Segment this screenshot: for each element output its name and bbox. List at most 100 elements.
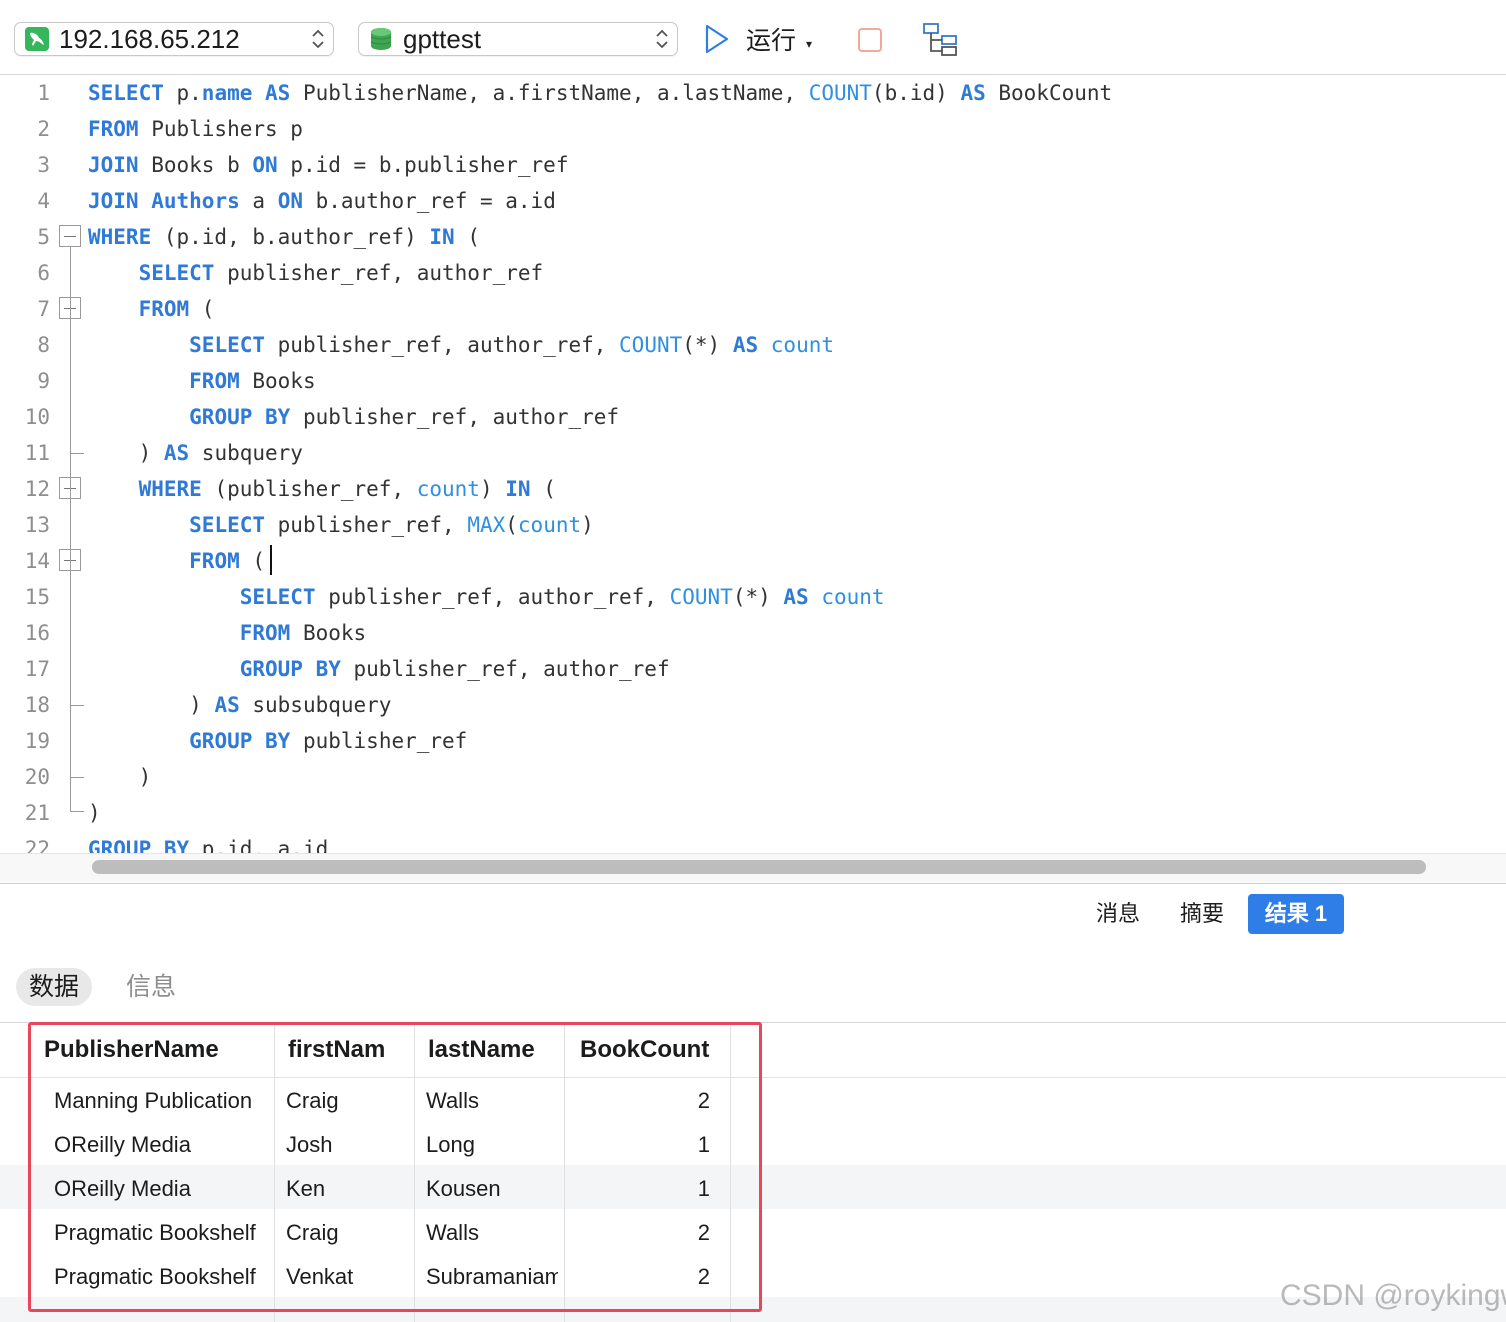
sql-keyword: name <box>201 81 253 105</box>
connection-select[interactable]: 192.168.65.212 <box>14 22 334 56</box>
code-line[interactable]: GROUP BY publisher_ref, author_ref <box>88 651 670 687</box>
line-number: 2 <box>37 117 50 141</box>
result-tab-bar: 消息 摘要 结果 1 <box>0 883 1506 953</box>
code-token: BookCount <box>985 81 1113 105</box>
code-line[interactable]: GROUP BY publisher_ref, author_ref <box>88 399 619 435</box>
line-number: 9 <box>37 369 50 393</box>
code-line[interactable]: FROM Books <box>88 615 366 651</box>
code-line[interactable]: SELECT publisher_ref, author_ref, COUNT(… <box>88 579 885 615</box>
explain-plan-icon[interactable] <box>922 22 960 58</box>
grid-header: PublisherName firstNam lastName BookCoun… <box>0 1023 1506 1078</box>
cell-first-name: Ken <box>286 1176 326 1201</box>
line-number: 21 <box>24 801 50 825</box>
table-row[interactable]: OReilly Media Josh Long 1 <box>0 1123 1506 1167</box>
fold-guide-line <box>70 247 71 811</box>
line-number: 5 <box>37 225 50 249</box>
sql-function: COUNT <box>669 585 733 609</box>
code-line[interactable]: ) AS subsubquery <box>88 687 391 723</box>
line-number: 19 <box>24 729 50 753</box>
cell-book-count: 1 <box>697 1176 710 1201</box>
column-divider[interactable] <box>414 1023 415 1322</box>
code-line[interactable]: ) <box>88 795 101 831</box>
query-toolbar: 192.168.65.212 gpttest 运行 ▾ <box>0 0 1506 75</box>
line-number: 18 <box>24 693 50 717</box>
column-header[interactable]: lastName <box>428 1023 558 1077</box>
run-label: 运行 <box>746 27 797 55</box>
line-number: 14 <box>24 549 50 573</box>
code-line[interactable]: WHERE (p.id, b.author_ref) IN ( <box>88 219 480 255</box>
sql-keyword: AS <box>163 441 190 465</box>
line-number: 10 <box>24 405 50 429</box>
code-line[interactable]: SELECT publisher_ref, author_ref, COUNT(… <box>88 327 834 363</box>
code-token: (*) <box>682 333 733 357</box>
code-token: b.author_ref = a.id <box>302 189 556 213</box>
sql-keyword: ON <box>277 189 303 213</box>
line-number: 6 <box>37 261 50 285</box>
table-row[interactable]: Pragmatic Bookshelf Craig Walls 2 <box>0 1211 1506 1255</box>
tab-data[interactable]: 数据 <box>16 968 92 1006</box>
code-line[interactable]: ) <box>88 759 152 795</box>
table-row[interactable]: Manning Publication Craig Walls 2 <box>0 1079 1506 1123</box>
code-line[interactable]: SELECT p.name AS PublisherName, a.firstN… <box>88 75 1112 111</box>
sql-keyword: AS <box>960 81 986 105</box>
column-divider[interactable] <box>730 1023 731 1322</box>
code-token: ) <box>88 801 101 825</box>
sql-keyword: IN <box>505 477 531 501</box>
table-row[interactable]: OReilly Media Ken Kousen 1 <box>0 1167 1506 1211</box>
cell-last-name: Walls <box>426 1088 479 1113</box>
code-line[interactable]: GROUP BY publisher_ref <box>88 723 467 759</box>
tab-result-1[interactable]: 结果 1 <box>1248 894 1344 934</box>
column-divider[interactable] <box>274 1023 275 1322</box>
code-line[interactable]: FROM Publishers p <box>88 111 303 147</box>
cell-last-name: Walls <box>426 1220 479 1245</box>
sql-keyword: FROM <box>88 117 139 141</box>
cell-publisher-name: Pragmatic Bookshelf <box>54 1264 256 1289</box>
mysql-connection-icon <box>25 27 49 51</box>
sql-editor[interactable]: 1234567891011121314151617181920212223 SE… <box>0 75 1506 882</box>
code-line[interactable]: FROM Books <box>88 363 315 399</box>
fold-toggle-icon[interactable] <box>59 225 81 247</box>
code-token: publisher_ref, author_ref <box>290 405 620 429</box>
tab-summary[interactable]: 摘要 <box>1174 894 1230 934</box>
code-line[interactable]: WHERE (publisher_ref, count) IN ( <box>88 471 556 507</box>
sql-keyword: AS <box>265 81 291 105</box>
code-line[interactable]: ) AS subquery <box>88 435 303 471</box>
result-view-tabs: 数据 信息 <box>0 952 1506 1023</box>
code-token: publisher_ref <box>290 729 468 753</box>
scrollbar-thumb[interactable] <box>92 860 1426 874</box>
sql-keyword: FROM <box>239 621 291 645</box>
run-dropdown-caret-icon[interactable]: ▾ <box>806 38 812 50</box>
code-line[interactable]: JOIN Books b ON p.id = b.publisher_ref <box>88 147 568 183</box>
code-line[interactable]: FROM ( <box>88 291 215 327</box>
code-token: ( <box>505 513 518 537</box>
cell-publisher-name: Manning Publication <box>54 1088 253 1113</box>
line-number: 8 <box>37 333 50 357</box>
code-line[interactable]: JOIN Authors a ON b.author_ref = a.id <box>88 183 556 219</box>
column-header[interactable]: BookCount <box>580 1023 726 1077</box>
stop-icon[interactable] <box>858 28 882 52</box>
code-token: ( <box>530 477 556 501</box>
cell-first-name: Craig <box>286 1220 339 1245</box>
line-number: 17 <box>24 657 50 681</box>
code-line[interactable]: SELECT publisher_ref, author_ref <box>88 255 544 291</box>
column-divider[interactable] <box>564 1023 565 1322</box>
column-header[interactable]: firstNam <box>288 1023 410 1077</box>
database-select[interactable]: gpttest <box>358 22 678 56</box>
tab-messages[interactable]: 消息 <box>1090 894 1146 934</box>
code-line[interactable]: SELECT publisher_ref, MAX(count) <box>88 507 594 543</box>
column-header[interactable]: PublisherName <box>44 1023 270 1077</box>
sql-keyword: GROUP BY <box>189 729 291 753</box>
code-line[interactable]: FROM ( <box>88 543 265 579</box>
line-number: 11 <box>24 441 50 465</box>
tab-info[interactable]: 信息 <box>126 968 186 1006</box>
code-token: p. <box>163 81 202 105</box>
sql-keyword: AS <box>214 693 240 717</box>
code-token: (*) <box>732 585 784 609</box>
